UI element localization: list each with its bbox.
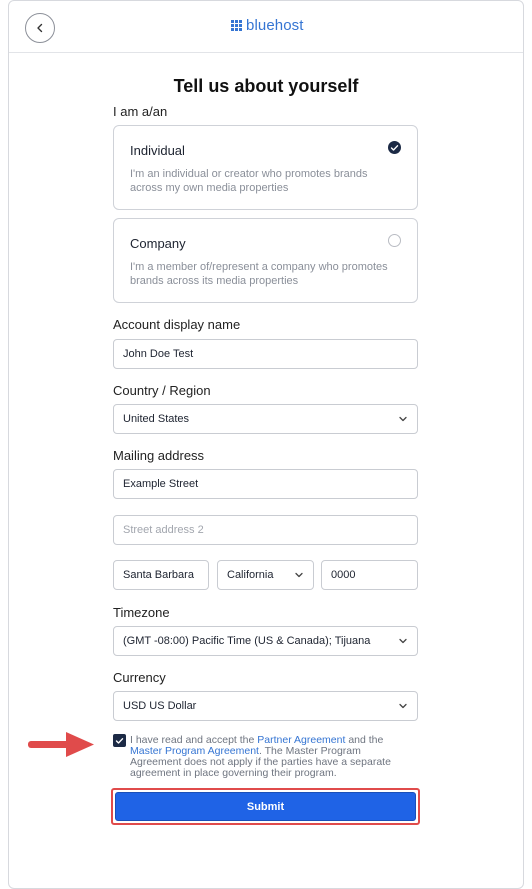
option-individual-title: Individual (130, 143, 185, 158)
option-company[interactable]: Company I'm a member of/represent a comp… (113, 218, 418, 303)
agreement-text: I have read and accept the Partner Agree… (130, 735, 410, 779)
street2-input[interactable]: Street address 2 (113, 515, 418, 545)
city-input[interactable]: Santa Barbara (113, 560, 209, 590)
chevron-down-icon (399, 638, 407, 644)
timezone-label: Timezone (113, 605, 170, 620)
submit-button[interactable]: Submit (115, 792, 416, 821)
currency-label: Currency (113, 670, 166, 685)
check-icon (390, 144, 399, 151)
chevron-down-icon (399, 416, 407, 422)
country-value: United States (123, 413, 190, 425)
zip-input[interactable]: 0000 (321, 560, 418, 590)
page-title: Tell us about yourself (173, 76, 359, 96)
back-button[interactable] (25, 13, 55, 43)
street-input[interactable]: Example Street (113, 469, 418, 499)
top-bar: bluehost (9, 1, 523, 53)
account-name-input[interactable]: John Doe Test (113, 339, 418, 369)
agreement-checkbox[interactable] (113, 734, 126, 747)
account-name-label: Account display name (113, 317, 241, 332)
currency-value: USD US Dollar (123, 700, 197, 712)
chevron-down-icon (295, 572, 303, 578)
individual-radio[interactable] (388, 141, 401, 154)
logo-grid-icon (231, 20, 242, 31)
option-individual[interactable]: Individual I'm an individual or creator … (113, 125, 418, 210)
chevron-down-icon (399, 703, 407, 709)
option-individual-description: I'm an individual or creator who promote… (130, 168, 368, 194)
mailing-address-label: Mailing address (113, 448, 205, 463)
chevron-left-icon (37, 23, 43, 33)
check-icon (115, 737, 124, 744)
state-select[interactable]: California (217, 560, 314, 590)
company-radio[interactable] (388, 234, 401, 247)
timezone-select[interactable]: (GMT -08:00) Pacific Time (US & Canada);… (113, 626, 418, 656)
option-company-title: Company (130, 236, 186, 251)
arrow-right-annotation-icon (28, 732, 94, 757)
timezone-value: (GMT -08:00) Pacific Time (US & Canada);… (123, 635, 371, 647)
currency-select[interactable]: USD US Dollar (113, 691, 418, 721)
country-label: Country / Region (113, 383, 211, 398)
bluehost-logo: bluehost (231, 17, 304, 34)
country-select[interactable]: United States (113, 404, 418, 434)
entity-label: I am a/an (113, 104, 168, 119)
state-value: California (227, 569, 274, 581)
option-company-description: I'm a member of/represent a company who … (130, 261, 388, 287)
logo-text: bluehost (246, 17, 304, 34)
